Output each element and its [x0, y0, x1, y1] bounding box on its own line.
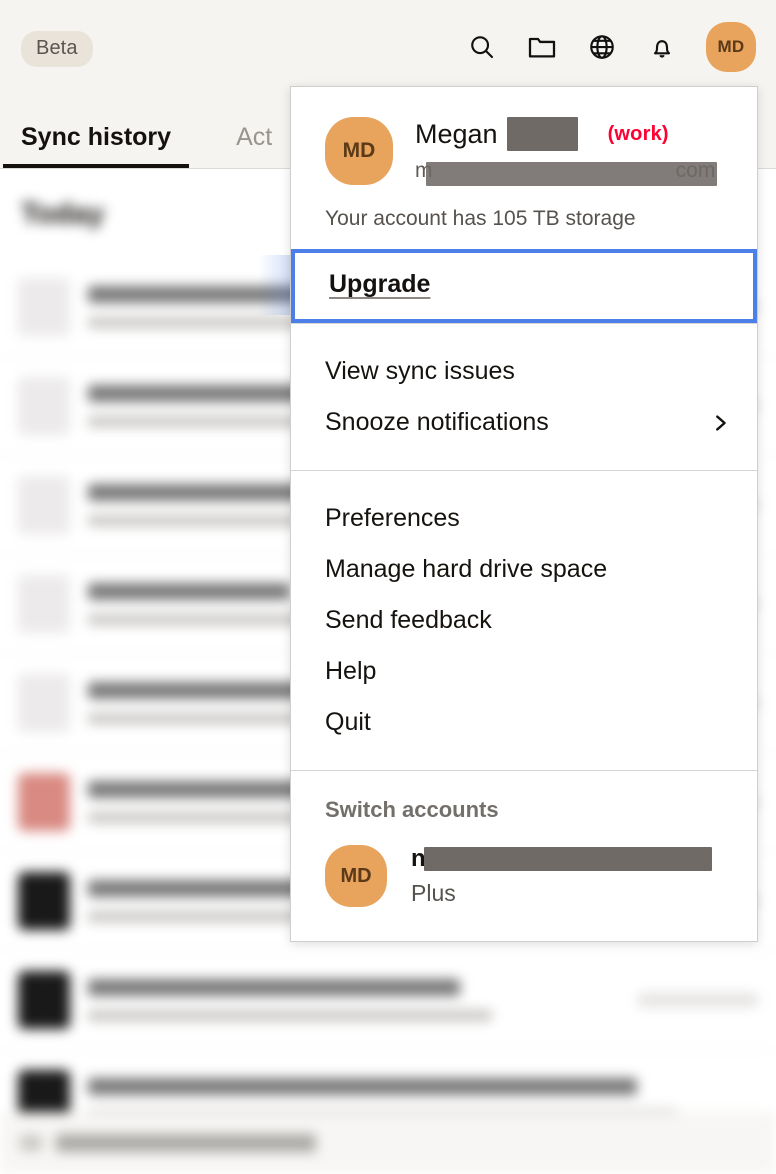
switch-accounts-section: Switch accounts MD n Plus: [291, 771, 757, 941]
account-name-line: Megan (work): [415, 117, 735, 151]
menu-item-snooze-notifications[interactable]: Snooze notifications: [291, 397, 757, 448]
menu-identity-header: MD Megan (work) megan.dis.bethdaty@gmail…: [291, 87, 757, 201]
account-email: megan.dis.bethdaty@gmail.com: [415, 159, 735, 186]
account-menu-popup: MD Megan (work) megan.dis.bethdaty@gmail…: [290, 86, 758, 942]
redaction-bar-surname: [506, 117, 578, 151]
upgrade-label: Upgrade: [329, 270, 431, 298]
list-item-thumbnail: [18, 278, 70, 336]
menu-group-sync: View sync issues Snooze notifications: [291, 324, 757, 470]
switch-accounts-title: Switch accounts: [325, 797, 499, 822]
avatar-initials: MD: [717, 37, 745, 56]
tab-activity[interactable]: Act: [236, 123, 272, 168]
list-item-thumbnail: [18, 575, 70, 633]
footer-status-bar: [0, 1112, 776, 1174]
redaction-bar-email: [426, 162, 717, 186]
avatar: MD: [325, 845, 387, 907]
list-item-thumbnail: [18, 476, 70, 534]
avatar-initials: MD: [340, 864, 372, 887]
menu-item-help[interactable]: Help: [291, 646, 757, 697]
search-icon[interactable]: [466, 31, 498, 63]
avatar-initials: MD: [342, 139, 376, 162]
redaction-bar-switch-account: [424, 847, 712, 871]
tab-sync-history[interactable]: Sync history: [2, 123, 190, 168]
account-name: Megan: [415, 118, 498, 149]
beta-badge: Beta: [21, 31, 93, 67]
menu-item-view-sync-issues[interactable]: View sync issues: [291, 346, 757, 397]
storage-info-text: Your account has 105 TB storage: [325, 207, 636, 230]
chevron-right-icon: [709, 412, 731, 434]
menu-item-manage-hard-drive-space[interactable]: Manage hard drive space: [291, 544, 757, 595]
globe-icon[interactable]: [586, 31, 618, 63]
menu-item-label: Manage hard drive space: [325, 555, 608, 583]
identity-text-block: Megan (work) megan.dis.bethdaty@gmail.co…: [415, 115, 735, 186]
work-annotation: (work): [607, 122, 669, 145]
menu-item-label: Preferences: [325, 504, 460, 532]
switch-account-text-block: n Plus: [411, 845, 712, 907]
list-item-thumbnail: [18, 971, 70, 1029]
switch-account-name: n: [411, 845, 712, 875]
upgrade-button[interactable]: Upgrade: [291, 249, 757, 323]
footer-status-text: [56, 1134, 316, 1152]
avatar: MD: [325, 117, 393, 185]
folder-icon[interactable]: [526, 31, 558, 63]
menu-group-app: Preferences Manage hard drive space Send…: [291, 471, 757, 770]
switch-account-plan: Plus: [411, 880, 456, 906]
menu-item-label: Help: [325, 657, 377, 685]
check-icon: [20, 1135, 42, 1151]
list-item-thumbnail: [18, 674, 70, 732]
menu-item-quit[interactable]: Quit: [291, 697, 757, 748]
menu-item-send-feedback[interactable]: Send feedback: [291, 595, 757, 646]
menu-item-label: View sync issues: [325, 357, 515, 385]
list-item-thumbnail: [18, 377, 70, 435]
upgrade-row-wrapper: Upgrade: [291, 249, 757, 323]
menu-item-label: Snooze notifications: [325, 408, 549, 436]
list-item-thumbnail: [18, 773, 70, 831]
list-item-thumbnail: [18, 872, 70, 930]
bell-icon[interactable]: [646, 31, 678, 63]
toolbar-icons: MD: [466, 22, 756, 72]
switch-account-item[interactable]: MD n Plus: [291, 835, 757, 911]
avatar[interactable]: MD: [706, 22, 756, 72]
menu-item-label: Quit: [325, 708, 371, 736]
tab-bar: Sync history Act: [0, 98, 272, 168]
list-item[interactable]: [0, 951, 776, 1050]
list-item-meta: [638, 993, 758, 1007]
menu-item-label: Send feedback: [325, 606, 492, 634]
list-item-text: [88, 979, 620, 1021]
menu-item-preferences[interactable]: Preferences: [291, 493, 757, 544]
section-heading-today: Today: [21, 198, 105, 230]
